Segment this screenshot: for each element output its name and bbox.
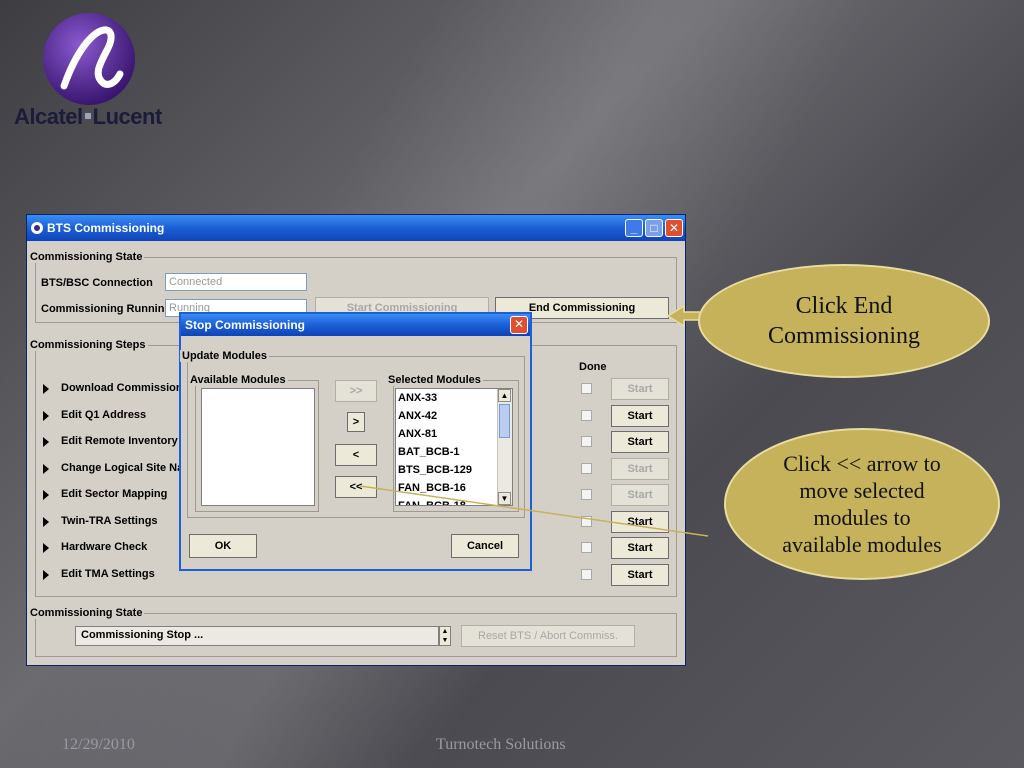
step-done-checkbox[interactable] [581,436,592,447]
app-icon [31,222,43,234]
selected-modules-legend: Selected Modules [386,374,483,386]
available-modules-list[interactable] [201,388,315,506]
step-start-button[interactable]: Start [611,457,669,480]
step-start-button[interactable]: Start [611,537,669,559]
minimize-button[interactable]: _ [625,219,643,237]
move-arrow-callout: Click << arrow to move selected modules … [724,428,1000,580]
alcatel-lucent-logo-icon [43,13,135,105]
update-modules-legend: Update Modules [180,350,269,362]
selected-module-item[interactable]: ANX-81 [396,425,512,443]
expand-arrow-icon[interactable] [43,437,49,447]
dialog-title: Stop Commissioning [185,318,305,332]
step-done-checkbox[interactable] [581,409,592,421]
stop-commissioning-dialog: Stop Commissioning ✕ Update Modules Avai… [179,312,532,571]
step-label[interactable]: Edit Q1 Address [61,409,146,421]
commissioning-steps-legend: Commissioning Steps [28,339,148,351]
add-all-button[interactable]: >> [335,380,377,402]
step-start-button[interactable]: Start [611,431,669,453]
dialog-close-icon[interactable]: ✕ [510,316,528,334]
bts-bsc-connection-label: BTS/BSC Connection [41,277,153,289]
selected-module-item[interactable]: ANX-33 [396,389,512,407]
footer-company: Turnotech Solutions [436,736,566,753]
step-done-checkbox[interactable] [581,568,592,580]
remove-all-button[interactable]: << [335,476,377,498]
step-label[interactable]: Edit TMA Settings [61,568,155,580]
selected-modules-list[interactable]: ANX-33 ANX-42 ANX-81 BAT_BCB-1 BTS_BCB-129 FA… [395,388,513,506]
step-done-checkbox[interactable] [581,542,592,553]
selected-module-item[interactable]: FAN_BCB-18 [396,497,512,505]
step-start-button[interactable]: Start [611,563,669,586]
end-commissioning-callout: Click End Commissioning [698,264,990,378]
bts-bsc-connection-field[interactable]: Connected [165,273,307,291]
scroll-thumb[interactable] [499,404,510,438]
step-start-button[interactable]: Start [611,510,669,533]
expand-arrow-icon[interactable] [43,490,49,500]
expand-arrow-icon[interactable] [43,516,49,527]
ok-button[interactable]: OK [189,534,257,558]
step-start-button[interactable]: Start [611,404,669,427]
step-label[interactable]: Twin-TRA Settings [61,515,158,527]
selected-modules-scrollbar[interactable]: ▲ ▼ [497,389,512,505]
expand-arrow-icon[interactable] [43,410,49,421]
combo-spinner-icon[interactable]: ▲ ▼ [439,626,451,646]
done-column-header: Done [579,361,607,373]
expand-arrow-icon[interactable] [43,569,49,580]
cancel-button[interactable]: Cancel [451,534,519,558]
bottom-commissioning-state-legend: Commissioning State [28,607,145,619]
step-done-checkbox[interactable] [581,383,592,394]
dialog-titlebar[interactable]: Stop Commissioning ✕ [181,314,530,336]
close-icon[interactable]: ✕ [665,219,683,237]
remove-button[interactable]: < [335,444,377,466]
step-done-checkbox[interactable] [581,462,592,474]
step-done-checkbox[interactable] [581,515,592,527]
available-modules-legend: Available Modules [188,374,288,386]
step-start-button[interactable]: Start [611,484,669,506]
step-label[interactable]: Hardware Check [61,541,147,553]
commissioning-state-legend: Commissioning State [28,251,145,263]
selected-module-item[interactable]: BTS_BCB-129 [396,461,512,479]
scroll-up-icon[interactable]: ▲ [498,389,511,402]
add-button[interactable]: > [347,412,365,432]
maximize-button[interactable]: □ [645,219,663,237]
expand-arrow-icon[interactable] [43,384,49,394]
commissioning-running-label: Commissioning Running [41,303,172,315]
window-title: BTS Commissioning [47,221,165,235]
logo-wordmark: Alcatel Lucent [14,104,162,129]
scroll-down-icon[interactable]: ▼ [498,492,511,505]
step-start-button[interactable]: Start [611,378,669,400]
step-label[interactable]: Edit Sector Mapping [61,488,167,500]
selected-module-item[interactable]: FAN_BCB-16 [396,479,512,497]
footer-date: 12/29/2010 [62,736,135,753]
expand-arrow-icon[interactable] [43,543,49,553]
step-label[interactable]: Edit Remote Inventory [61,435,178,447]
reset-bts-abort-button[interactable]: Reset BTS / Abort Commiss. [461,625,635,647]
selected-module-item[interactable]: BAT_BCB-1 [396,443,512,461]
commissioning-state-combo[interactable]: Commissioning Stop ... [75,626,439,646]
window-titlebar[interactable]: BTS Commissioning _ □ ✕ [27,215,685,241]
selected-module-item[interactable]: ANX-42 [396,407,512,425]
step-done-checkbox[interactable] [581,489,592,500]
expand-arrow-icon[interactable] [43,463,49,474]
